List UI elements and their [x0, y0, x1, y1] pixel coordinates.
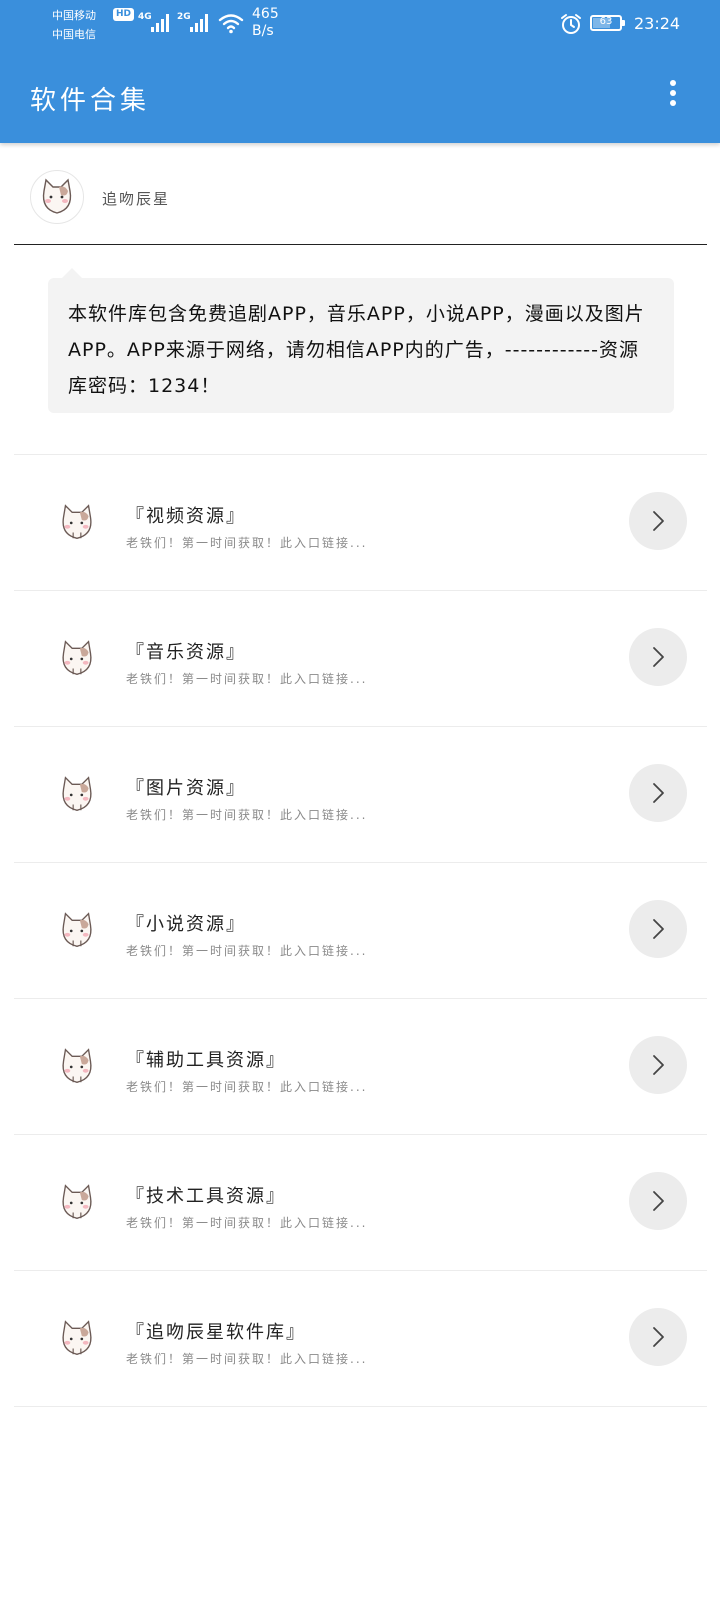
- list-item-title: 『音乐资源』: [126, 642, 246, 663]
- open-button[interactable]: [629, 764, 687, 822]
- open-button[interactable]: [629, 1036, 687, 1094]
- app-bar-title: 软件合集: [30, 86, 151, 116]
- list-item[interactable]: 『图片资源』老铁们！第一时间获取！此入口链接...: [14, 726, 707, 862]
- network-speed-value: 465: [252, 6, 279, 22]
- carrier-2: 中国电信: [52, 28, 96, 41]
- alarm-icon: [561, 14, 581, 34]
- list-item[interactable]: 『小说资源』老铁们！第一时间获取！此入口链接...: [14, 862, 707, 998]
- chevron-right-icon: [653, 647, 664, 667]
- cat-sticker-icon: [52, 1176, 102, 1226]
- profile-name: 追吻辰星: [102, 190, 171, 208]
- list-item-title: 『技术工具资源』: [126, 1186, 286, 1207]
- cat-sticker-icon: [52, 1312, 102, 1362]
- list-item[interactable]: 『辅助工具资源』老铁们！第一时间获取！此入口链接...: [14, 998, 707, 1134]
- chevron-right-icon: [653, 1055, 664, 1075]
- list-item[interactable]: 『视频资源』老铁们！第一时间获取！此入口链接...: [14, 454, 707, 590]
- notice-text: 本软件库包含免费追剧APP，音乐APP，小说APP，漫画以及图片APP。APP来…: [68, 303, 645, 397]
- open-button[interactable]: [629, 1308, 687, 1366]
- cat-avatar-icon: [42, 178, 72, 214]
- battery-level: 63: [599, 16, 613, 27]
- battery-icon: 63: [590, 15, 625, 31]
- network-type-2: 2G: [177, 12, 191, 22]
- status-time: 23:24: [634, 14, 681, 33]
- list-item[interactable]: 『追吻辰星软件库』老铁们！第一时间获取！此入口链接...: [14, 1270, 707, 1406]
- app-header: 中国移动 中国电信 HD 4G 2G 465 B/s 63 23:24 软件合集: [0, 0, 720, 143]
- carrier-1: 中国移动: [52, 9, 96, 22]
- profile-row: 追吻辰星: [14, 150, 707, 245]
- carrier-labels: 中国移动 中国电信: [52, 6, 96, 44]
- chevron-right-icon: [653, 1191, 664, 1211]
- list-item-title: 『追吻辰星软件库』: [126, 1322, 306, 1343]
- chevron-right-icon: [653, 1327, 664, 1347]
- cat-sticker-icon: [52, 496, 102, 546]
- chevron-right-icon: [653, 783, 664, 803]
- chevron-right-icon: [653, 511, 664, 531]
- list-item-title: 『小说资源』: [126, 914, 246, 935]
- cat-sticker-icon: [52, 768, 102, 818]
- chevron-right-icon: [653, 919, 664, 939]
- network-speed-unit: B/s: [252, 23, 274, 39]
- list-item-subtitle: 老铁们！第一时间获取！此入口链接...: [126, 1216, 368, 1230]
- notice-bubble: 本软件库包含免费追剧APP，音乐APP，小说APP，漫画以及图片APP。APP来…: [48, 268, 674, 413]
- list-item[interactable]: 『技术工具资源』老铁们！第一时间获取！此入口链接...: [14, 1134, 707, 1270]
- list-item-subtitle: 老铁们！第一时间获取！此入口链接...: [126, 1352, 368, 1366]
- list-item-title: 『辅助工具资源』: [126, 1050, 286, 1071]
- list-item-subtitle: 老铁们！第一时间获取！此入口链接...: [126, 944, 368, 958]
- cat-sticker-icon: [52, 904, 102, 954]
- open-button[interactable]: [629, 1172, 687, 1230]
- open-button[interactable]: [629, 492, 687, 550]
- avatar[interactable]: [30, 170, 84, 224]
- list-item-subtitle: 老铁们！第一时间获取！此入口链接...: [126, 808, 368, 822]
- hd-badge: HD: [113, 8, 135, 21]
- wifi-icon: [218, 14, 244, 34]
- open-button[interactable]: [629, 900, 687, 958]
- more-vertical-icon[interactable]: [668, 80, 678, 112]
- list-item-subtitle: 老铁们！第一时间获取！此入口链接...: [126, 1080, 368, 1094]
- list-divider: [14, 1406, 707, 1407]
- list-item-title: 『视频资源』: [126, 506, 246, 527]
- status-bar: 中国移动 中国电信 HD 4G 2G 465 B/s 63 23:24: [0, 0, 720, 46]
- list-item-subtitle: 老铁们！第一时间获取！此入口链接...: [126, 672, 368, 686]
- network-speed: 465 B/s: [252, 6, 279, 40]
- list-item[interactable]: 『音乐资源』老铁们！第一时间获取！此入口链接...: [14, 590, 707, 726]
- open-button[interactable]: [629, 628, 687, 686]
- cat-sticker-icon: [52, 1040, 102, 1090]
- list-item-subtitle: 老铁们！第一时间获取！此入口链接...: [126, 536, 368, 550]
- list-item-title: 『图片资源』: [126, 778, 246, 799]
- network-type-1: 4G: [138, 12, 152, 22]
- cat-sticker-icon: [52, 632, 102, 682]
